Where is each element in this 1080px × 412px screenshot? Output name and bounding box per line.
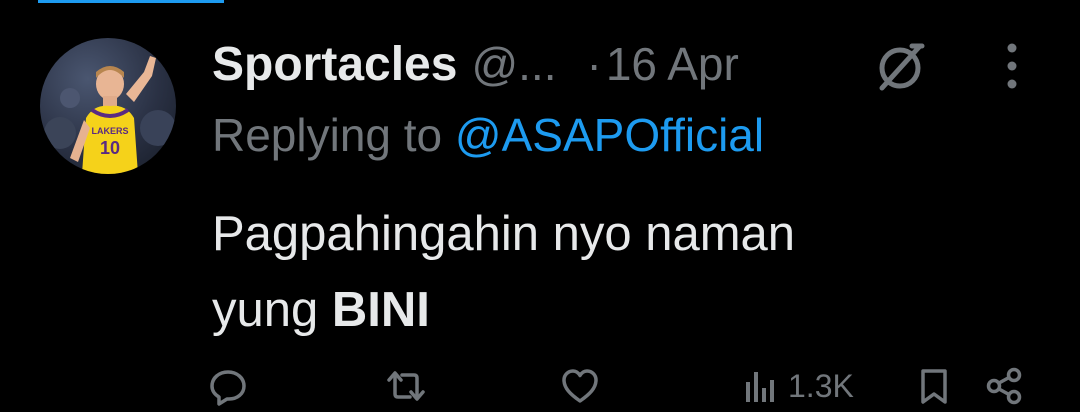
top-accent-bar — [38, 0, 224, 3]
share-icon[interactable] — [984, 366, 1024, 406]
author-name[interactable]: Sportacles — [212, 37, 457, 92]
tweet-text-plain: yung — [212, 283, 332, 337]
like-icon[interactable] — [560, 366, 600, 406]
grok-icon[interactable] — [872, 38, 928, 94]
more-icon[interactable] — [996, 40, 1028, 92]
jersey-number: 10 — [100, 138, 120, 158]
bookmark-icon[interactable] — [914, 366, 954, 406]
replying-to-mention[interactable]: @ASAPOfficial — [455, 109, 764, 161]
tweet-text: Pagpahingahin nyo naman yung BINI — [212, 196, 795, 348]
tweet-text-line-1: Pagpahingahin nyo naman — [212, 207, 796, 261]
views-count: 1.3K — [788, 367, 854, 404]
tweet-date[interactable]: 16 Apr — [606, 37, 739, 91]
separator-dot: · — [586, 38, 602, 90]
avatar[interactable]: LAKERS 10 — [40, 38, 176, 174]
reply-icon[interactable] — [208, 366, 248, 406]
tweet-header: Sportacles @... · 16 Apr — [212, 34, 739, 94]
replying-to-line: Replying to @ASAPOfficial — [212, 108, 764, 162]
views-group[interactable]: 1.3K — [744, 364, 854, 408]
tweet-text-line-2: yung BINI — [212, 272, 795, 348]
replying-to-label: Replying to — [212, 109, 455, 161]
retweet-icon[interactable] — [386, 366, 426, 406]
tweet-text-bold: BINI — [331, 283, 430, 337]
svg-text:LAKERS: LAKERS — [91, 126, 128, 136]
views-icon — [746, 372, 774, 402]
avatar-image: LAKERS 10 — [44, 56, 176, 174]
author-handle[interactable]: @... — [471, 37, 556, 91]
